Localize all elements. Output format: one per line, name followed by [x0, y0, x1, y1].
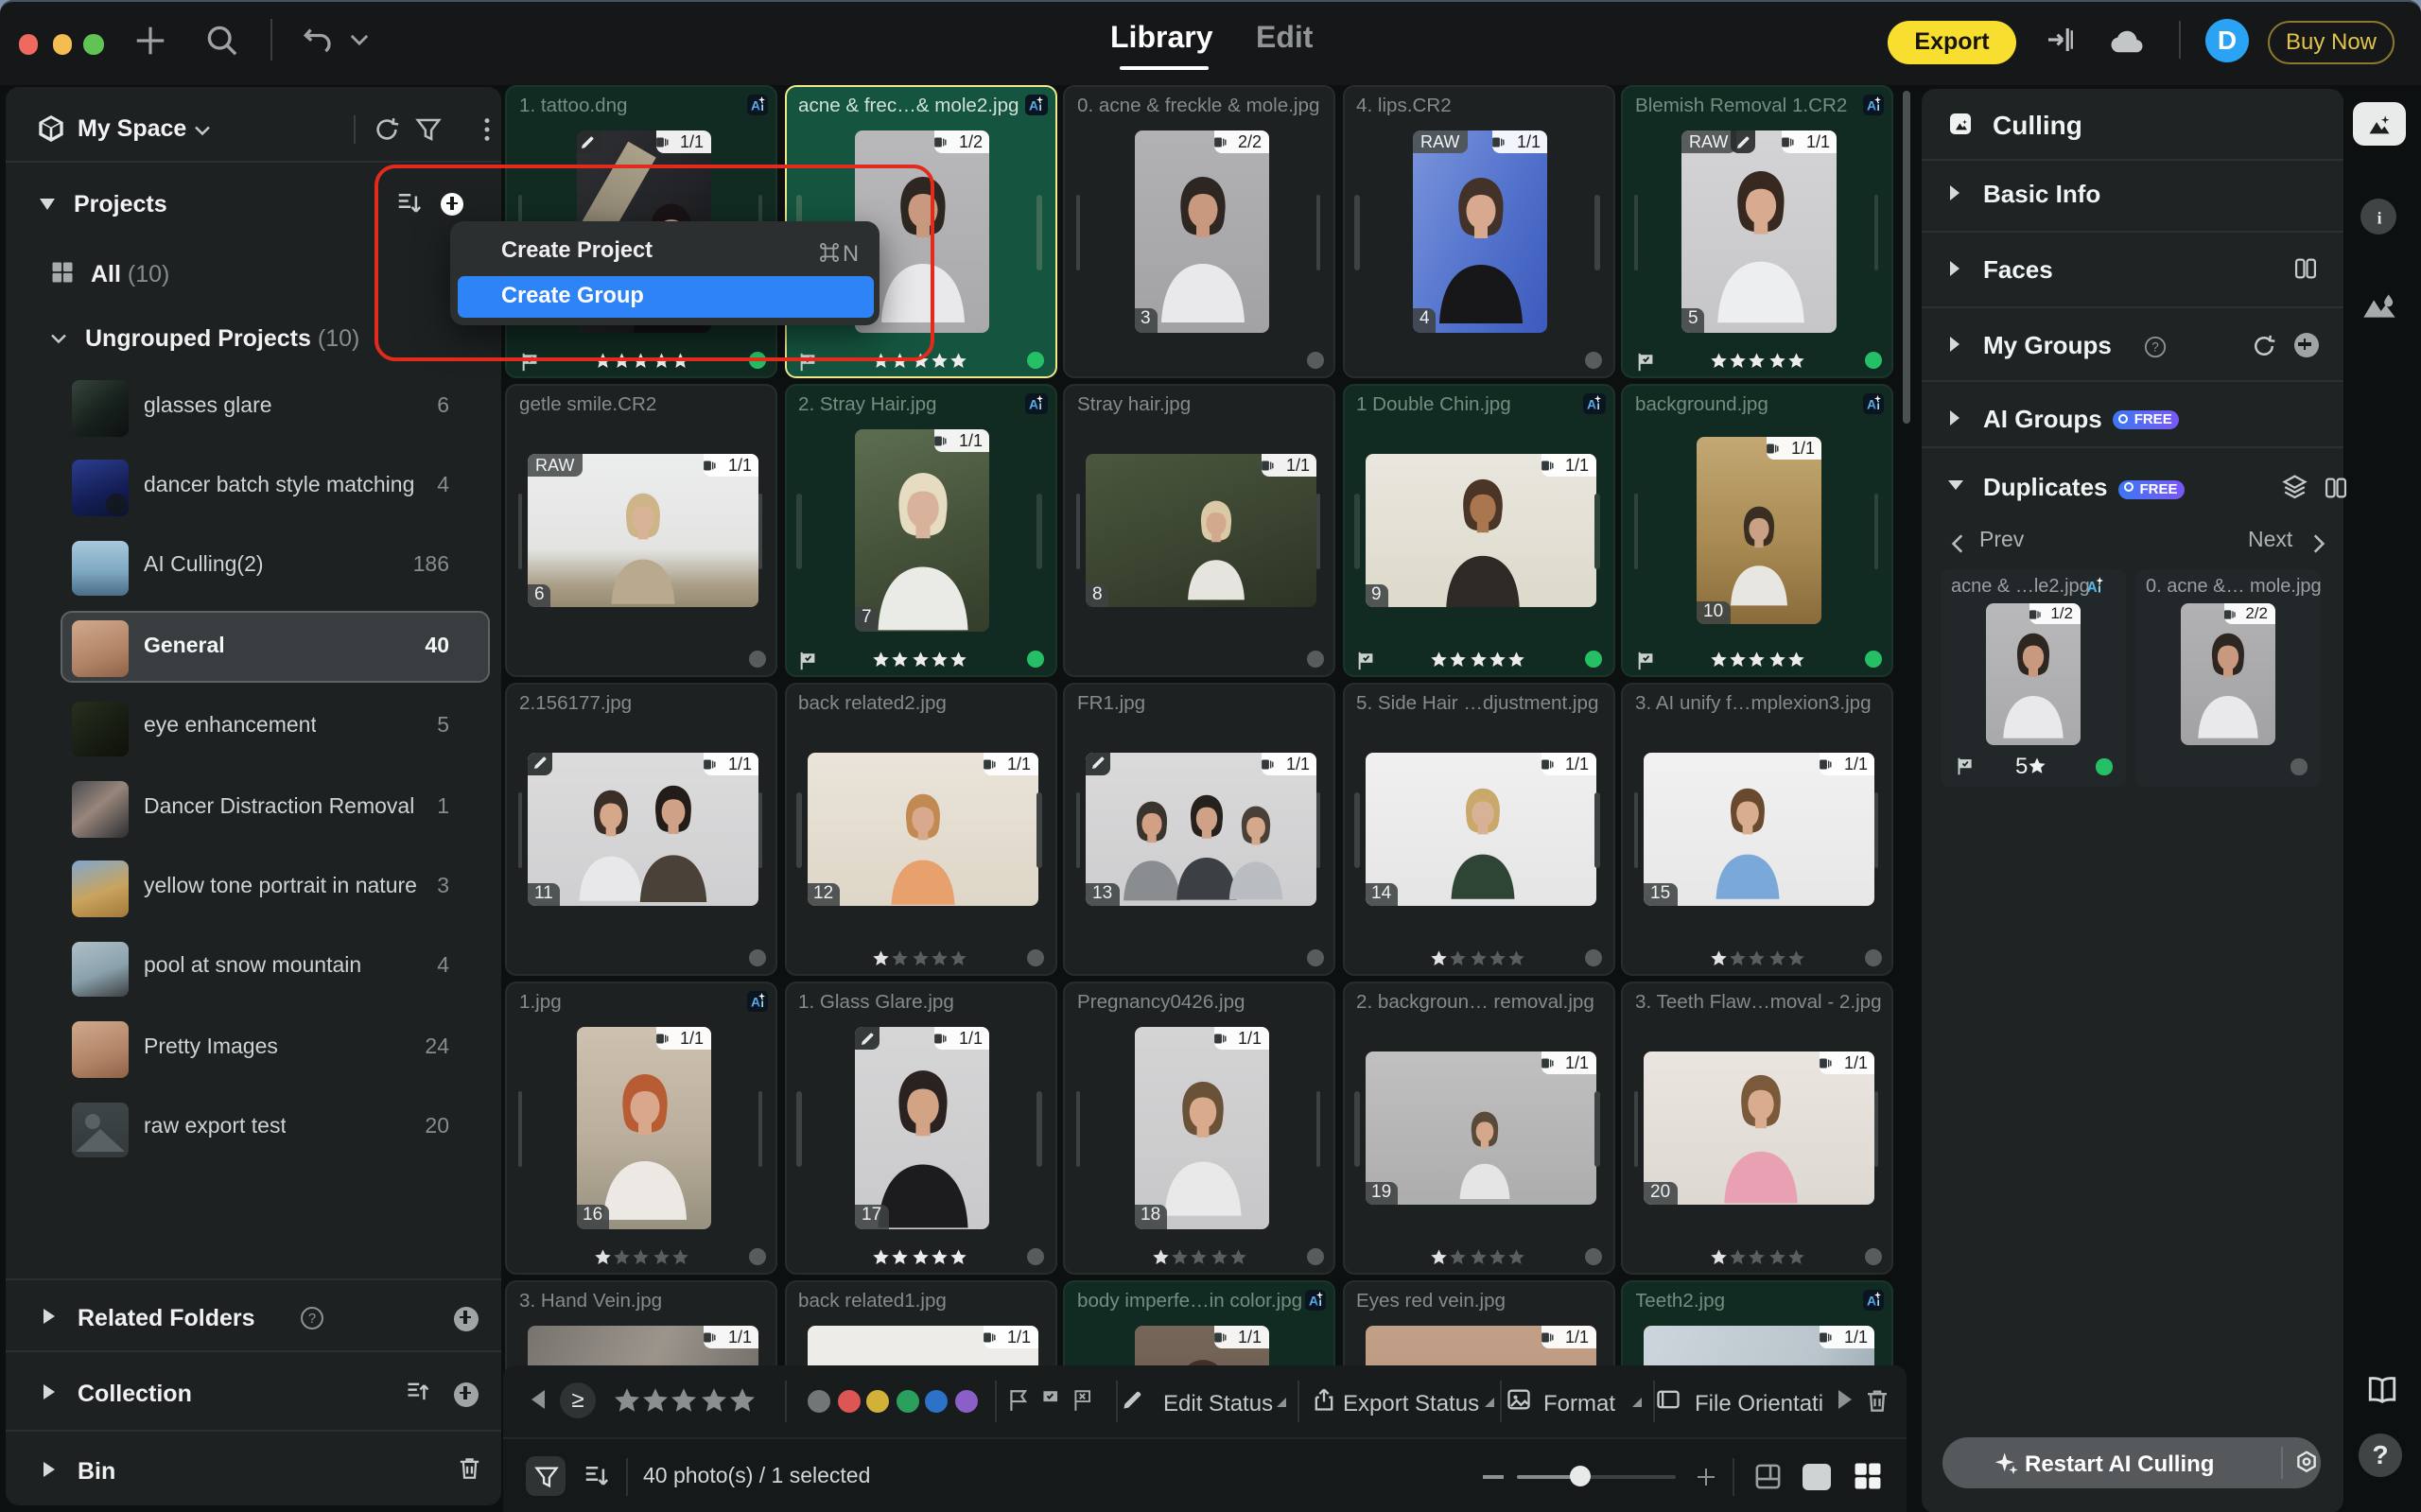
svg-text:i: i: [760, 99, 763, 113]
svg-text:A: A: [1866, 1293, 1875, 1308]
svg-text:i: i: [1039, 398, 1042, 411]
svg-text:A: A: [2086, 580, 2097, 596]
svg-text:i: i: [1876, 1295, 1879, 1308]
svg-text:i: i: [760, 996, 763, 1009]
svg-text:A: A: [1866, 396, 1875, 411]
svg-text:A: A: [750, 97, 759, 113]
svg-text:A: A: [1029, 97, 1038, 113]
svg-text:i: i: [1876, 99, 1879, 113]
svg-text:A: A: [1308, 1293, 1317, 1308]
svg-text:i: i: [2097, 582, 2100, 596]
svg-text:A: A: [750, 994, 759, 1009]
svg-text:i: i: [1597, 398, 1600, 411]
svg-text:i: i: [1876, 398, 1879, 411]
svg-text:A: A: [1029, 396, 1038, 411]
svg-text:i: i: [1039, 99, 1042, 113]
svg-text:A: A: [1866, 97, 1875, 113]
svg-text:i: i: [1318, 1295, 1321, 1308]
svg-text:A: A: [1587, 396, 1596, 411]
